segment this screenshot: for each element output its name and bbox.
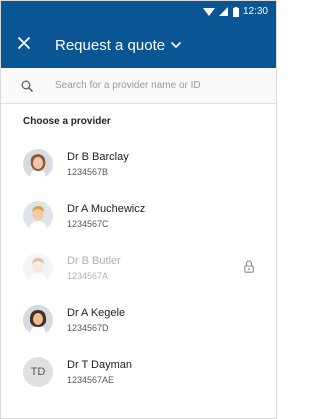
provider-name: Dr B Butler bbox=[67, 255, 121, 267]
provider-id: 1234567C bbox=[67, 219, 109, 229]
provider-info: Dr T Dayman 1234567AE bbox=[67, 358, 132, 386]
toolbar: Request a quote bbox=[1, 22, 276, 68]
chevron-down-icon bbox=[171, 36, 181, 54]
provider-info: Dr A Kegele 1234567D bbox=[67, 306, 125, 334]
provider-name: Dr T Dayman bbox=[67, 359, 133, 371]
search-icon bbox=[21, 80, 51, 92]
provider-info: Dr A Muchewicz 1234567C bbox=[67, 202, 145, 230]
close-button[interactable] bbox=[5, 22, 43, 68]
provider-id: 1234567B bbox=[67, 167, 109, 177]
search-bar bbox=[1, 68, 276, 104]
provider-name: Dr A Muchewicz bbox=[67, 203, 146, 215]
avatar-initials: TD bbox=[23, 357, 53, 387]
section-title: Choose a provider bbox=[23, 116, 111, 127]
provider-list: Dr B Barclay 1234567B Dr A Muchewicz 123… bbox=[1, 138, 276, 398]
close-icon bbox=[18, 36, 30, 54]
status-bar: 12:30 bbox=[1, 1, 276, 22]
avatar bbox=[23, 149, 53, 179]
avatar bbox=[23, 253, 53, 283]
provider-info: Dr B Butler 1234567A bbox=[67, 254, 121, 282]
provider-name: Dr A Kegele bbox=[67, 307, 126, 319]
provider-name: Dr B Barclay bbox=[67, 151, 129, 163]
page-title: Request a quote bbox=[55, 36, 166, 54]
provider-item-disabled: Dr B Butler 1234567A bbox=[1, 242, 276, 294]
provider-info: Dr B Barclay 1234567B bbox=[67, 150, 129, 178]
signal-icon bbox=[218, 6, 229, 17]
provider-id: 1234567AE bbox=[67, 375, 115, 385]
provider-item[interactable]: Dr A Kegele 1234567D bbox=[1, 294, 276, 346]
title-dropdown[interactable]: Request a quote bbox=[55, 36, 181, 54]
app-header: 12:30 Request a quote bbox=[1, 1, 276, 68]
status-time: 12:30 bbox=[242, 6, 268, 17]
provider-id: 1234567A bbox=[67, 271, 109, 281]
provider-item[interactable]: Dr A Muchewicz 1234567C bbox=[1, 190, 276, 242]
lock-icon bbox=[244, 260, 254, 278]
avatar bbox=[23, 305, 53, 335]
provider-id: 1234567D bbox=[67, 323, 109, 333]
app-screen: 12:30 Request a quote Choose a provider bbox=[0, 0, 277, 419]
provider-item[interactable]: Dr B Barclay 1234567B bbox=[1, 138, 276, 190]
battery-icon bbox=[232, 6, 239, 17]
avatar bbox=[23, 201, 53, 231]
search-input[interactable] bbox=[55, 80, 265, 91]
provider-item[interactable]: TD Dr T Dayman 1234567AE bbox=[1, 346, 276, 398]
wifi-icon bbox=[202, 7, 215, 17]
